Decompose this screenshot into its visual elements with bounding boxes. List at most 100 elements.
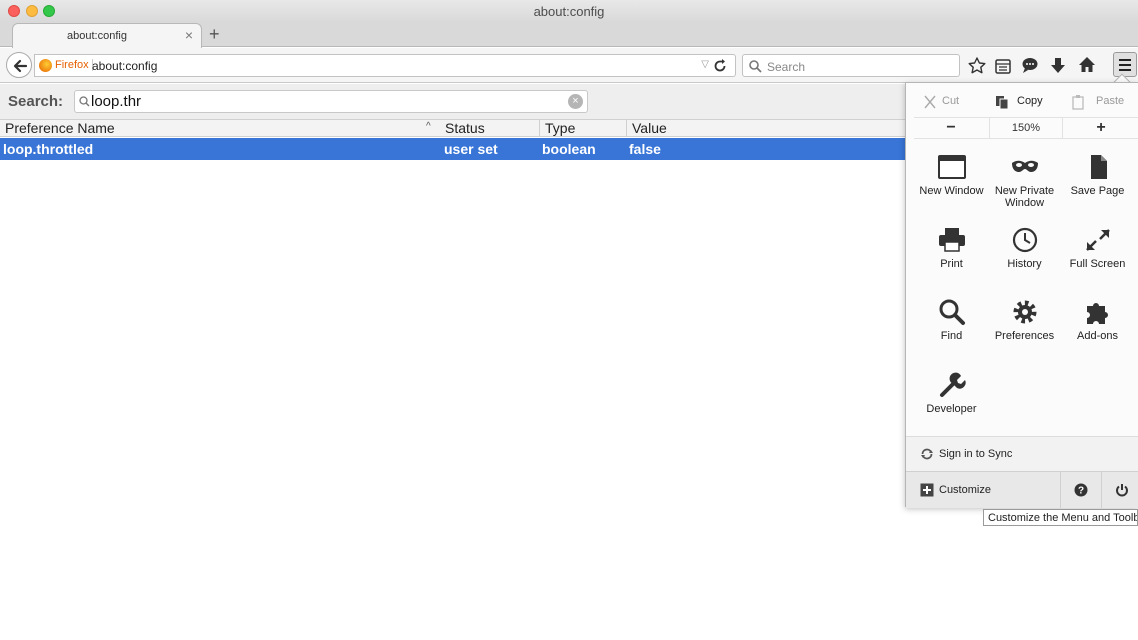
- copy-label: Copy: [1017, 95, 1043, 107]
- search-label: Search:: [8, 93, 64, 110]
- column-status[interactable]: Status: [440, 120, 538, 137]
- bookmarks-menu-icon[interactable]: [993, 56, 1013, 76]
- table-row[interactable]: loop.throttled user set boolean false: [0, 138, 906, 160]
- new-window-button[interactable]: New Window: [915, 153, 988, 223]
- search-icon: [79, 96, 90, 107]
- plus-square-icon: [920, 483, 934, 497]
- column-value[interactable]: Value: [626, 120, 906, 137]
- print-icon: [938, 228, 965, 252]
- help-button[interactable]: ?: [1060, 472, 1100, 508]
- zoom-reset-button[interactable]: 150%: [989, 118, 1063, 138]
- column-type[interactable]: Type: [539, 120, 626, 137]
- copy-button[interactable]: Copy: [989, 91, 1059, 113]
- back-button[interactable]: [6, 52, 32, 78]
- search-placeholder: Search: [767, 60, 806, 74]
- developer-label: Developer: [926, 403, 977, 415]
- main-menu-panel: Cut Copy Paste − 150% + New Window New P…: [905, 82, 1138, 508]
- save-page-icon: [1090, 155, 1107, 179]
- pref-type-cell: boolean: [542, 141, 596, 157]
- paste-label: Paste: [1096, 95, 1125, 107]
- preferences-label: Preferences: [994, 330, 1055, 342]
- sign-in-to-sync-button[interactable]: Sign in to Sync: [906, 436, 1138, 471]
- power-icon: [1116, 484, 1128, 497]
- new-private-window-button[interactable]: New Private Window: [988, 153, 1061, 223]
- url-text[interactable]: about:config: [92, 59, 157, 73]
- firefox-icon: [39, 59, 52, 72]
- zoom-in-button[interactable]: +: [1064, 118, 1138, 138]
- private-window-icon: [1011, 160, 1038, 172]
- sync-icon: [921, 448, 933, 460]
- hamburger-icon: [1119, 59, 1131, 71]
- customize-button[interactable]: Customize: [906, 472, 1060, 508]
- title-bar: about:config: [0, 0, 1138, 22]
- chat-icon[interactable]: [1020, 55, 1040, 75]
- history-label: History: [1007, 258, 1042, 270]
- gear-icon: [1013, 300, 1036, 324]
- url-bar[interactable]: Firefox about:config ▽: [34, 54, 736, 77]
- pref-name-cell: loop.throttled: [3, 141, 94, 157]
- customize-tooltip: Customize the Menu and Toolbars: [983, 509, 1138, 526]
- paste-button[interactable]: Paste: [1064, 91, 1134, 113]
- developer-button[interactable]: Developer: [915, 371, 988, 441]
- save-page-button[interactable]: Save Page: [1061, 153, 1134, 223]
- column-preference-name[interactable]: Preference Name: [0, 120, 440, 137]
- download-icon[interactable]: [1048, 56, 1068, 76]
- wrench-icon: [939, 372, 966, 397]
- tab-close-icon[interactable]: ×: [185, 27, 193, 43]
- zoom-out-button[interactable]: −: [914, 118, 988, 138]
- find-button[interactable]: Find: [915, 298, 988, 368]
- find-label: Find: [940, 330, 963, 342]
- filter-value: loop.thr: [91, 93, 142, 110]
- tab-strip: about:config × +: [0, 22, 1138, 48]
- tab-about-config[interactable]: about:config ×: [12, 23, 202, 48]
- search-icon: [749, 60, 762, 73]
- save-page-label: Save Page: [1070, 185, 1125, 197]
- clear-filter-icon[interactable]: ×: [568, 94, 583, 109]
- copy-icon: [996, 96, 1009, 110]
- puzzle-icon: [1086, 303, 1108, 324]
- add-ons-button[interactable]: Add-ons: [1061, 298, 1134, 368]
- config-search-row: Search: loop.thr ×: [0, 84, 906, 119]
- new-window-label: New Window: [919, 185, 984, 197]
- sync-label: Sign in to Sync: [939, 448, 1013, 460]
- print-button[interactable]: Print: [915, 226, 988, 296]
- search-bar[interactable]: Search: [742, 54, 960, 77]
- preferences-button[interactable]: Preferences: [988, 298, 1061, 368]
- navigation-toolbar: Firefox about:config ▽ Search: [0, 48, 1138, 83]
- help-icon: ?: [1074, 483, 1088, 497]
- svg-text:?: ?: [1078, 486, 1084, 497]
- new-tab-button[interactable]: +: [209, 24, 220, 45]
- column-header: Preference Name ^ Status Type Value: [0, 119, 906, 137]
- print-label: Print: [940, 258, 963, 270]
- edit-controls: Cut Copy Paste: [914, 91, 1138, 113]
- find-icon: [939, 299, 965, 325]
- history-dropdown-icon[interactable]: ▽: [701, 59, 709, 70]
- full-screen-label: Full Screen: [1069, 258, 1126, 270]
- sort-ascending-icon: ^: [426, 121, 431, 132]
- fullscreen-icon: [1085, 229, 1110, 251]
- tab-label: about:config: [67, 30, 127, 42]
- pref-status-cell: user set: [444, 141, 498, 157]
- panel-footer: Customize ?: [906, 471, 1138, 508]
- history-icon: [1012, 227, 1037, 253]
- new-window-icon: [937, 155, 966, 179]
- pref-value-cell: false: [629, 141, 661, 157]
- identity-label[interactable]: Firefox: [55, 59, 93, 71]
- zoom-controls: − 150% +: [914, 117, 1138, 139]
- quit-button[interactable]: [1101, 472, 1138, 508]
- home-icon[interactable]: [1077, 55, 1097, 75]
- window-title: about:config: [533, 4, 605, 19]
- open-menu-button[interactable]: [1113, 52, 1137, 77]
- scissors-icon: [924, 95, 936, 109]
- full-screen-button[interactable]: Full Screen: [1061, 226, 1134, 296]
- paste-icon: [1072, 95, 1084, 110]
- reload-icon[interactable]: [711, 57, 729, 75]
- cut-button[interactable]: Cut: [914, 91, 984, 113]
- bookmark-star-icon[interactable]: [967, 56, 987, 76]
- history-button[interactable]: History: [988, 226, 1061, 296]
- cut-label: Cut: [942, 95, 960, 107]
- customize-label: Customize: [939, 484, 991, 496]
- config-filter-input[interactable]: loop.thr ×: [74, 90, 588, 113]
- back-arrow-icon: [13, 59, 28, 73]
- add-ons-label: Add-ons: [1077, 330, 1118, 342]
